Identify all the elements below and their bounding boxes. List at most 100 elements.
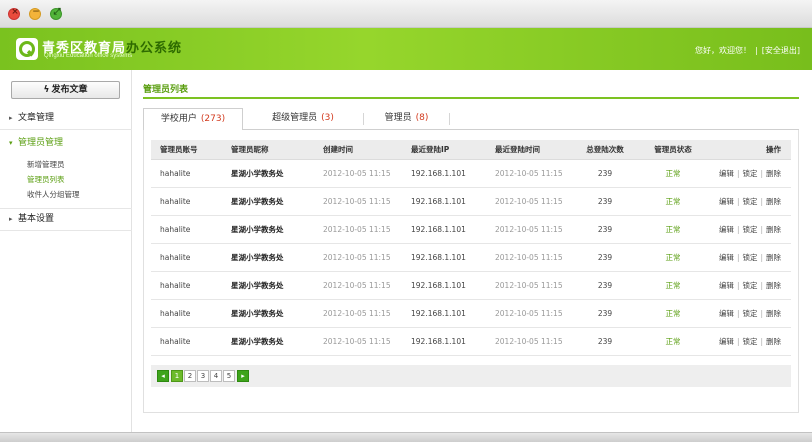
table-row: hahalite星湖小学教务处2012-10-05 11:15192.168.1… bbox=[151, 187, 791, 216]
cell-nickname: 星湖小学教务处 bbox=[222, 327, 314, 356]
cell-actions: 编辑|锁定|删除 bbox=[708, 327, 791, 356]
nav-group-admins: ▾ 管理员管理 新增管理员 管理员列表 收件人分组管理 bbox=[0, 131, 132, 209]
maximize-icon: ⤢ bbox=[53, 7, 61, 17]
greeting-text: 您好，欢迎您！ bbox=[695, 46, 752, 55]
delete-link[interactable]: 删除 bbox=[766, 225, 781, 234]
admin-table-wrap: 管理员账号 管理员昵称 创建时间 最近登陆IP 最近登陆时间 总登陆次数 管理员… bbox=[151, 140, 791, 384]
edit-link[interactable]: 编辑 bbox=[719, 197, 734, 206]
edit-link[interactable]: 编辑 bbox=[719, 281, 734, 290]
tab-school-users[interactable]: 学校用户 (273) bbox=[143, 108, 243, 131]
page-title: 管理员列表 bbox=[143, 85, 189, 95]
cell-status: 正常 bbox=[638, 271, 708, 300]
cell-last-ip: 192.168.1.101 bbox=[402, 187, 486, 216]
lock-link[interactable]: 锁定 bbox=[742, 309, 757, 318]
chevron-right-icon: ▸ bbox=[241, 372, 245, 380]
user-area: 您好，欢迎您！ | [安全退出] bbox=[695, 46, 800, 55]
cell-login-count: 239 bbox=[572, 187, 638, 216]
page-button-2[interactable]: 2 bbox=[184, 370, 196, 382]
delete-link[interactable]: 删除 bbox=[766, 337, 781, 346]
cell-status: 正常 bbox=[638, 187, 708, 216]
table-row: hahalite星湖小学教务处2012-10-05 11:15192.168.1… bbox=[151, 215, 791, 244]
sidebar-subitem-admin-list[interactable]: 管理员列表 bbox=[0, 172, 132, 187]
cell-nickname: 星湖小学教务处 bbox=[222, 159, 314, 188]
app-header: 青秀区教育局办公系统 Qingxiu Education office syst… bbox=[0, 28, 812, 70]
lock-link[interactable]: 锁定 bbox=[742, 197, 757, 206]
cell-last-ip: 192.168.1.101 bbox=[402, 271, 486, 300]
cell-last-login-time: 2012-10-05 11:15 bbox=[486, 159, 572, 188]
window-close-button[interactable]: × bbox=[8, 7, 20, 20]
delete-link[interactable]: 删除 bbox=[766, 253, 781, 262]
cell-login-count: 239 bbox=[572, 159, 638, 188]
chevron-left-icon: ◂ bbox=[161, 372, 165, 380]
page-button-3[interactable]: 3 bbox=[197, 370, 209, 382]
sidebar-item-article-management[interactable]: ▸ 文章管理 bbox=[0, 106, 132, 130]
delete-link[interactable]: 删除 bbox=[766, 197, 781, 206]
cell-account: hahalite bbox=[151, 271, 222, 300]
cell-last-ip: 192.168.1.101 bbox=[402, 243, 486, 272]
cell-nickname: 星湖小学教务处 bbox=[222, 299, 314, 328]
cell-nickname: 星湖小学教务处 bbox=[222, 271, 314, 300]
title-divider bbox=[143, 97, 799, 99]
lock-link[interactable]: 锁定 bbox=[742, 253, 757, 262]
page-button-1[interactable]: 1 bbox=[171, 370, 183, 382]
page-button-4[interactable]: 4 bbox=[210, 370, 222, 382]
window-maximize-button[interactable]: ⤢ bbox=[50, 7, 62, 20]
cell-last-login-time: 2012-10-05 11:15 bbox=[486, 299, 572, 328]
cell-created-time: 2012-10-05 11:15 bbox=[314, 215, 402, 244]
delete-link[interactable]: 删除 bbox=[766, 169, 781, 178]
edit-link[interactable]: 编辑 bbox=[719, 309, 734, 318]
cell-last-login-time: 2012-10-05 11:15 bbox=[486, 187, 572, 216]
cell-last-login-time: 2012-10-05 11:15 bbox=[486, 243, 572, 272]
edit-link[interactable]: 编辑 bbox=[719, 169, 734, 178]
tab-separator bbox=[449, 113, 450, 125]
lock-link[interactable]: 锁定 bbox=[742, 169, 757, 178]
cell-account: hahalite bbox=[151, 243, 222, 272]
nav-group-settings: ▸ 基本设置 bbox=[0, 207, 132, 231]
cell-login-count: 239 bbox=[572, 327, 638, 356]
cell-account: hahalite bbox=[151, 159, 222, 188]
table-row: hahalite星湖小学教务处 2012-10-05 11:15192.168.1… bbox=[151, 271, 791, 300]
column-header: 管理员状态 bbox=[638, 140, 708, 160]
cell-status: 正常 bbox=[638, 243, 708, 272]
tab-panel: 管理员账号 管理员昵称 创建时间 最近登陆IP 最近登陆时间 总登陆次数 管理员… bbox=[143, 130, 799, 413]
cell-last-login-time: 2012-10-05 11:15 bbox=[486, 271, 572, 300]
cell-actions: 编辑|锁定|删除 bbox=[708, 187, 791, 216]
table-row: hahalite星湖小学教务处2012-10-05 11:15192.168.1… bbox=[151, 159, 791, 188]
page-button-5[interactable]: 5 bbox=[223, 370, 235, 382]
chevron-right-icon: ▸ bbox=[9, 215, 13, 223]
tab-admins[interactable]: 管理员 (8) bbox=[364, 108, 449, 130]
prev-page-button[interactable]: ◂ bbox=[157, 370, 169, 382]
nav-group-articles: ▸ 文章管理 bbox=[0, 106, 132, 130]
cell-actions: 编辑|锁定|删除 bbox=[708, 215, 791, 244]
table-row: hahalite星湖小学教务处2012-10-05 11:15192.168.1… bbox=[151, 327, 791, 356]
edit-link[interactable]: 编辑 bbox=[719, 225, 734, 234]
sidebar-item-admin-management[interactable]: ▾ 管理员管理 bbox=[0, 131, 132, 155]
cell-created-time: 2012-10-05 11:15 bbox=[314, 159, 402, 188]
close-icon: × bbox=[11, 7, 19, 17]
edit-link[interactable]: 编辑 bbox=[719, 337, 734, 346]
table-header-row: 管理员账号 管理员昵称 创建时间 最近登陆IP 最近登陆时间 总登陆次数 管理员… bbox=[151, 140, 791, 160]
admin-table: 管理员账号 管理员昵称 创建时间 最近登陆IP 最近登陆时间 总登陆次数 管理员… bbox=[151, 140, 791, 384]
delete-link[interactable]: 删除 bbox=[766, 309, 781, 318]
next-page-button[interactable]: ▸ bbox=[237, 370, 249, 382]
tab-super-admins[interactable]: 超级管理员 (3) bbox=[243, 108, 363, 130]
cell-login-count: 239 bbox=[572, 215, 638, 244]
sidebar-subitem-add-admin[interactable]: 新增管理员 bbox=[0, 157, 132, 172]
publish-article-button[interactable]: ϟ 发布文章 bbox=[11, 81, 120, 99]
lock-link[interactable]: 锁定 bbox=[742, 337, 757, 346]
lock-link[interactable]: 锁定 bbox=[742, 281, 757, 290]
edit-link[interactable]: 编辑 bbox=[719, 253, 734, 262]
logout-link[interactable]: [安全退出] bbox=[762, 46, 800, 55]
delete-link[interactable]: 删除 bbox=[766, 281, 781, 290]
lock-link[interactable]: 锁定 bbox=[742, 225, 757, 234]
sidebar-subitem-recipient-groups[interactable]: 收件人分组管理 bbox=[0, 187, 132, 202]
main-content: 管理员列表 学校用户(273) 超级管理员(3) 管理员(8) 管理员账号 bbox=[132, 70, 812, 432]
cell-last-ip: 192.168.1.101 bbox=[402, 215, 486, 244]
column-header: 最近登陆时间 bbox=[486, 140, 572, 160]
chevron-down-icon: ▾ bbox=[9, 139, 13, 147]
window-minimize-button[interactable]: − bbox=[29, 7, 41, 20]
sidebar-item-basic-settings[interactable]: ▸ 基本设置 bbox=[0, 207, 132, 231]
cell-nickname: 星湖小学教务处 bbox=[222, 243, 314, 272]
window-titlebar: × − ⤢ bbox=[0, 0, 812, 28]
column-header: 总登陆次数 bbox=[572, 140, 638, 160]
